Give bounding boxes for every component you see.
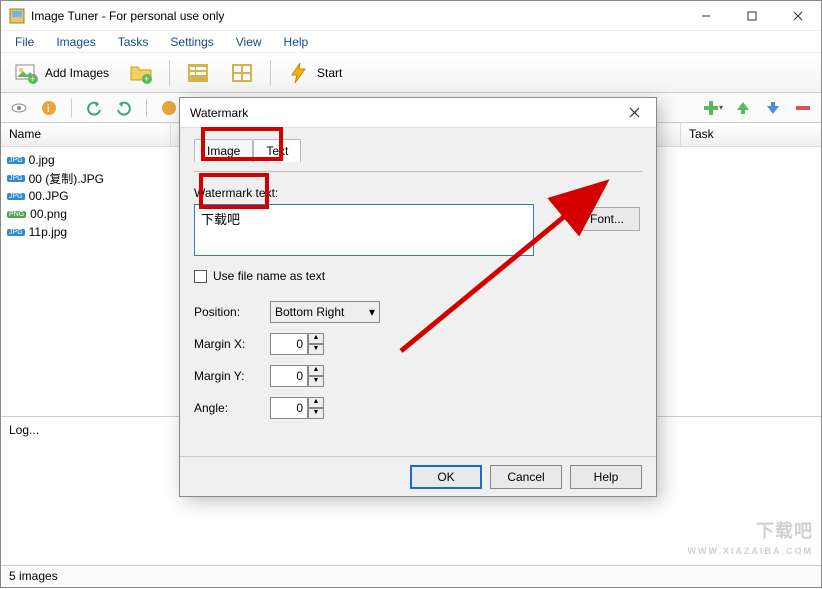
lightning-icon [287, 61, 311, 85]
position-value: Bottom Right [275, 305, 344, 319]
palette-icon[interactable] [157, 96, 181, 120]
app-icon [9, 8, 25, 24]
spin-up-icon[interactable]: ▲ [308, 397, 324, 408]
menu-settings[interactable]: Settings [160, 33, 223, 51]
marginx-label: Margin X: [194, 337, 270, 351]
minimize-button[interactable] [683, 1, 729, 30]
info-icon[interactable]: i [37, 96, 61, 120]
jpg-icon: JPG [7, 193, 25, 200]
angle-spinner[interactable]: ▲▼ [270, 397, 380, 419]
folder-icon: + [129, 61, 153, 85]
file-name: 00 (复制).JPG [29, 170, 104, 187]
rotate-right-icon[interactable] [112, 96, 136, 120]
status-bar: 5 images [1, 565, 821, 587]
menubar: File Images Tasks Settings View Help [1, 31, 821, 53]
start-label: Start [317, 66, 342, 80]
list-item[interactable]: JPG 00 (复制).JPG [7, 169, 165, 187]
log-label: Log... [9, 423, 39, 437]
position-select[interactable]: Bottom Right ▾ [270, 301, 380, 323]
file-name: 00.png [30, 207, 67, 221]
spin-up-icon[interactable]: ▲ [308, 333, 324, 344]
marginy-label: Margin Y: [194, 369, 270, 383]
col-name[interactable]: Name [1, 123, 171, 146]
jpg-icon: JPG [7, 157, 25, 164]
tab-image[interactable]: Image [194, 139, 253, 162]
cancel-button[interactable]: Cancel [490, 465, 562, 489]
list-item[interactable]: PNG 00.png [7, 205, 165, 223]
col-task[interactable]: Task [681, 123, 821, 146]
main-toolbar: + Add Images + Start [1, 53, 821, 93]
watermark-text-input[interactable] [194, 204, 534, 256]
watermark-text-label: Watermark text: [194, 186, 642, 200]
view-list-button[interactable] [178, 57, 218, 89]
position-label: Position: [194, 305, 270, 319]
use-filename-label: Use file name as text [213, 269, 325, 283]
menu-view[interactable]: View [226, 33, 272, 51]
help-button[interactable]: Help [570, 465, 642, 489]
angle-label: Angle: [194, 401, 270, 415]
dialog-tabs: Image Text [194, 138, 642, 162]
watermark-dialog: Watermark Image Text Watermark text: Fon… [179, 97, 657, 497]
move-down-icon[interactable] [761, 96, 785, 120]
use-filename-checkbox[interactable] [194, 270, 207, 283]
maximize-button[interactable] [729, 1, 775, 30]
titlebar: Image Tuner - For personal use only [1, 1, 821, 31]
file-name: 0.jpg [29, 153, 55, 167]
marginx-spinner[interactable]: ▲▼ [270, 333, 380, 355]
move-up-icon[interactable] [731, 96, 755, 120]
font-button[interactable]: Font... [574, 207, 640, 231]
dialog-close-button[interactable] [622, 101, 646, 125]
tab-text[interactable]: Text [253, 139, 301, 162]
dialog-footer: OK Cancel Help [180, 456, 656, 496]
rotate-left-icon[interactable] [82, 96, 106, 120]
marginy-spinner[interactable]: ▲▼ [270, 365, 380, 387]
spin-down-icon[interactable]: ▼ [308, 376, 324, 387]
marginy-input[interactable] [270, 365, 308, 387]
svg-text:i: i [47, 103, 49, 115]
angle-input[interactable] [270, 397, 308, 419]
close-button[interactable] [775, 1, 821, 30]
remove-task-icon[interactable] [791, 96, 815, 120]
spin-down-icon[interactable]: ▼ [308, 408, 324, 419]
preview-eye-icon[interactable] [7, 96, 31, 120]
add-task-icon[interactable]: ▾ [701, 96, 725, 120]
file-name: 00.JPG [29, 189, 69, 203]
jpg-icon: JPG [7, 229, 25, 236]
png-icon: PNG [7, 211, 26, 218]
spin-down-icon[interactable]: ▼ [308, 344, 324, 355]
add-images-button[interactable]: + Add Images [7, 57, 117, 89]
list-item[interactable]: JPG 00.JPG [7, 187, 165, 205]
dialog-title: Watermark [190, 106, 622, 120]
dialog-titlebar: Watermark [180, 98, 656, 128]
ok-button[interactable]: OK [410, 465, 482, 489]
status-text: 5 images [9, 569, 58, 583]
menu-help[interactable]: Help [274, 33, 319, 51]
list-item[interactable]: JPG 0.jpg [7, 151, 165, 169]
add-images-icon: + [15, 61, 39, 85]
spin-up-icon[interactable]: ▲ [308, 365, 324, 376]
window-title: Image Tuner - For personal use only [31, 9, 683, 23]
start-button[interactable]: Start [279, 57, 350, 89]
thumbs-icon [230, 61, 254, 85]
site-watermark: 下载吧 WWW.XIAZAIBA.COM [688, 521, 814, 561]
list-item[interactable]: JPG 11p.jpg [7, 223, 165, 241]
view-thumbs-button[interactable] [222, 57, 262, 89]
file-name: 11p.jpg [29, 225, 67, 239]
svg-text:+: + [144, 74, 149, 84]
menu-tasks[interactable]: Tasks [108, 33, 159, 51]
menu-images[interactable]: Images [46, 33, 105, 51]
list-icon [186, 61, 210, 85]
add-images-label: Add Images [45, 66, 109, 80]
open-folder-button[interactable]: + [121, 57, 161, 89]
svg-text:+: + [30, 74, 35, 84]
menu-file[interactable]: File [5, 33, 44, 51]
jpg-icon: JPG [7, 175, 25, 182]
chevron-down-icon: ▾ [369, 305, 375, 319]
marginx-input[interactable] [270, 333, 308, 355]
